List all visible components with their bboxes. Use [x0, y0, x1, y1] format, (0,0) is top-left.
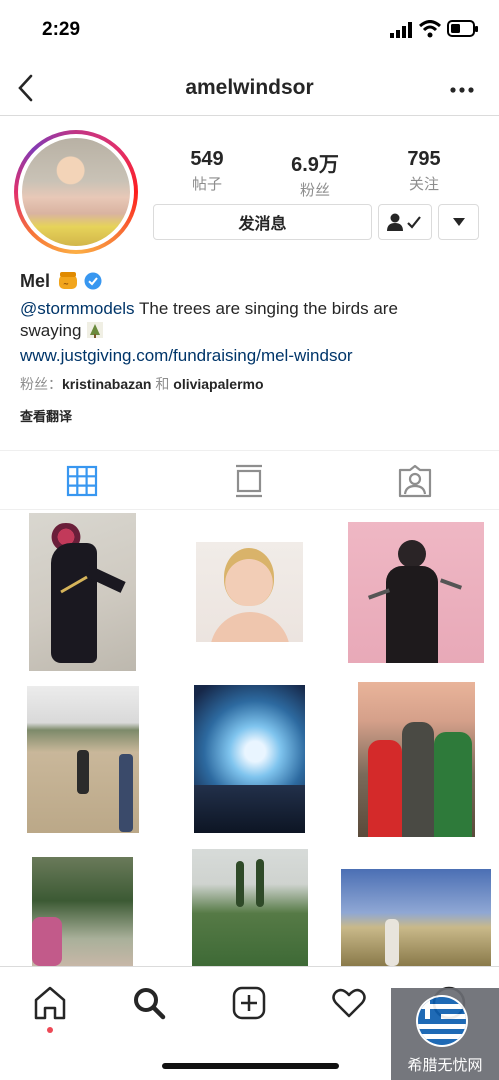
- profile-header: amelwindsor: [0, 62, 499, 116]
- avatar[interactable]: [14, 130, 138, 254]
- post-thumbnail-1[interactable]: [29, 513, 136, 671]
- post-thumbnail-8[interactable]: [192, 849, 308, 966]
- username-title: amelwindsor: [185, 76, 314, 99]
- followers-value: 6.9万: [291, 154, 339, 176]
- suggested-accounts-button[interactable]: [438, 204, 479, 240]
- search-icon: [134, 988, 166, 1020]
- notification-dot: [47, 1027, 53, 1033]
- following-count[interactable]: 795 关注: [379, 148, 469, 194]
- honey-pot-emoji: ~: [59, 272, 78, 289]
- battery-icon: [447, 20, 478, 37]
- bio-mention-link[interactable]: @stormmodels: [20, 299, 135, 318]
- add-post-icon: [232, 986, 266, 1020]
- status-bar: 2:29: [0, 0, 499, 62]
- tab-grid[interactable]: [62, 461, 102, 501]
- posts-value: 549: [190, 148, 224, 170]
- bio-text-part1: The trees are singing the birds are: [134, 299, 398, 318]
- more-options-icon[interactable]: [450, 86, 474, 94]
- home-icon: [34, 986, 66, 1020]
- following-button[interactable]: [378, 204, 432, 240]
- posts-count[interactable]: 549 帖子: [162, 148, 252, 194]
- followed-by-user-1[interactable]: kristinabazan: [62, 376, 151, 392]
- see-translation-link[interactable]: 查看翻译: [20, 406, 72, 428]
- followers-label: 粉丝: [299, 182, 330, 199]
- posts-label: 帖子: [191, 176, 222, 193]
- tab-feed[interactable]: [229, 461, 269, 501]
- tab-new-post[interactable]: [229, 983, 269, 1023]
- svg-text:~: ~: [63, 280, 69, 288]
- profile-name: Mel: [20, 271, 51, 291]
- followed-by[interactable]: 粉丝：kristinabazan 和 oliviapalermo: [20, 373, 264, 395]
- tree-emoji: [87, 322, 104, 338]
- verified-badge-icon: [84, 272, 102, 290]
- message-button[interactable]: 发消息: [153, 204, 372, 240]
- following-value: 795: [407, 148, 441, 170]
- profile-name-row: Mel ~: [20, 270, 102, 292]
- wifi-icon: [419, 20, 441, 38]
- tab-home[interactable]: [30, 983, 70, 1023]
- bio-website-link[interactable]: www.justgiving.com/fundraising/mel-winds…: [20, 345, 353, 367]
- following-label: 关注: [408, 176, 439, 193]
- post-thumbnail-3[interactable]: [348, 522, 484, 663]
- caret-down-icon: [452, 218, 465, 226]
- home-indicator[interactable]: [162, 1063, 339, 1069]
- cellular-signal-icon: [390, 22, 412, 38]
- bio-text-part2: swaying: [20, 321, 82, 340]
- post-thumbnail-6[interactable]: [358, 682, 475, 837]
- post-thumbnail-5[interactable]: [194, 685, 305, 833]
- post-thumbnail-9[interactable]: [341, 869, 491, 966]
- post-thumbnail-4[interactable]: [27, 686, 139, 833]
- heart-icon: [332, 988, 366, 1018]
- bio-text: @stormmodels The trees are singing the b…: [20, 298, 480, 342]
- post-thumbnail-7[interactable]: [32, 857, 133, 966]
- profile-tabs: [0, 450, 499, 510]
- followed-by-prefix: 粉丝：: [20, 376, 62, 392]
- watermark-text: 希腊无忧网: [407, 1057, 483, 1074]
- avatar-photo: [22, 138, 130, 246]
- post-thumbnail-2[interactable]: [196, 542, 303, 642]
- tab-activity[interactable]: [329, 983, 369, 1023]
- feed-view-icon: [236, 464, 262, 498]
- tab-tagged[interactable]: [395, 461, 435, 501]
- tab-search[interactable]: [129, 983, 169, 1023]
- person-check-icon: [387, 213, 421, 231]
- watermark-badge: 希腊无忧网: [391, 988, 499, 1080]
- followed-by-and: 和: [155, 376, 170, 392]
- followers-count[interactable]: 6.9万 粉丝: [270, 148, 360, 200]
- grid-icon: [66, 465, 98, 497]
- followed-by-user-2[interactable]: oliviapalermo: [173, 376, 263, 392]
- status-time: 2:29: [42, 19, 81, 40]
- tagged-photos-icon: [398, 464, 432, 498]
- greek-flag-icon: [416, 995, 468, 1047]
